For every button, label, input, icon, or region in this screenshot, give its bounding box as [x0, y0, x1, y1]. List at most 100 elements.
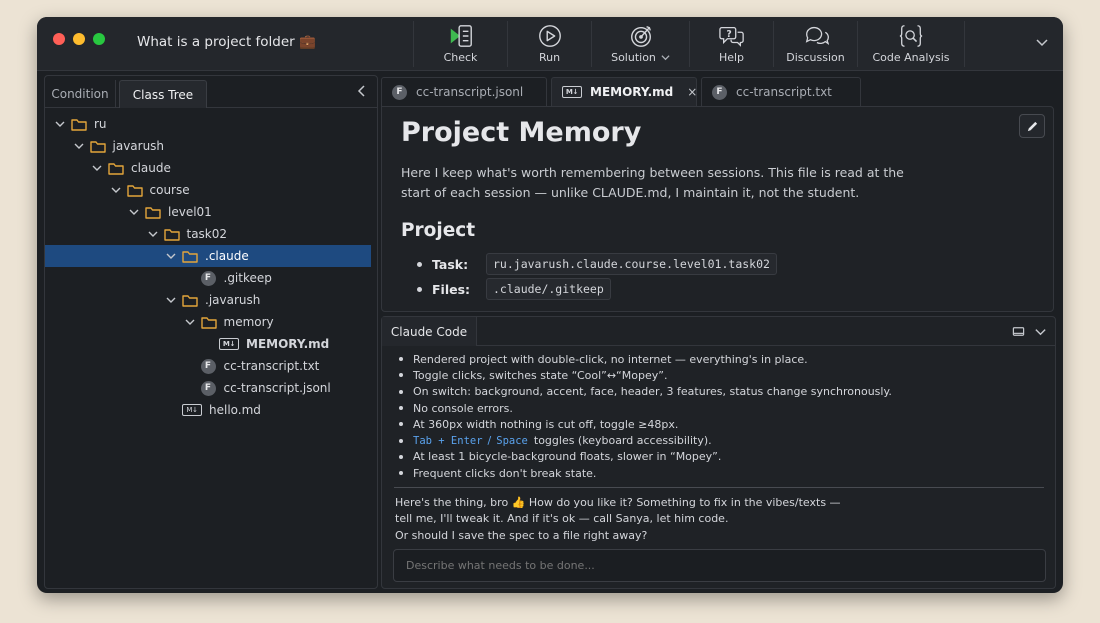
help-button[interactable]: ? Help: [689, 21, 773, 67]
discussion-button[interactable]: Discussion: [773, 21, 857, 67]
target-icon: [630, 26, 651, 47]
chevron-down-icon[interactable]: [1034, 325, 1047, 338]
keyboard-shortcut: Tab + Enter: [413, 434, 483, 447]
tab-condition[interactable]: Condition: [45, 80, 116, 108]
chevron-down-icon[interactable]: [74, 141, 84, 151]
folder-icon: [126, 184, 143, 197]
tree-item[interactable]: .javarush: [45, 289, 371, 311]
bullet: [399, 406, 403, 411]
property-value: .claude/.gitkeep: [486, 278, 611, 300]
tab-memory-md[interactable]: M↓ MEMORY.md ×: [551, 77, 697, 106]
solution-label: Solution: [611, 51, 656, 64]
chevron-down-icon[interactable]: [55, 119, 65, 129]
tree-item-label: course: [149, 183, 190, 197]
tree-item[interactable]: F .gitkeep: [45, 267, 371, 289]
bullet: [399, 373, 403, 378]
tree-item-label: hello.md: [209, 403, 261, 417]
help-label: Help: [718, 51, 745, 64]
chevron-down-icon[interactable]: [111, 185, 121, 195]
chevron-down-icon[interactable]: [166, 295, 176, 305]
tree-item[interactable]: course: [45, 179, 371, 201]
folder-icon: [182, 250, 198, 263]
solution-button[interactable]: Solution: [591, 21, 689, 67]
assistant-reply: Here's the thing, bro 👍 How do you like …: [395, 496, 841, 542]
checklist-text: No console errors.: [413, 401, 513, 415]
tree-item[interactable]: claude: [45, 157, 371, 179]
file-icon: F: [392, 84, 407, 100]
tab-label: cc-transcript.jsonl: [416, 85, 524, 99]
checklist-text: toggles (keyboard accessibility).: [533, 434, 712, 448]
property-key: Files:: [432, 281, 471, 297]
close-icon[interactable]: ×: [687, 85, 697, 99]
checklist-item: Tab + Enter / Space toggles (keyboard acces…: [399, 432, 1039, 448]
checklist-text: Frequent clicks don't break state.: [413, 466, 597, 480]
tree-item[interactable]: .claude: [45, 245, 371, 267]
file-icon: F: [712, 84, 727, 100]
minimize-window-button[interactable]: [73, 33, 85, 45]
tab-claude-code[interactable]: Claude Code: [382, 317, 477, 346]
tree-item-label: cc-transcript.txt: [223, 359, 320, 373]
help-icon: ?: [718, 26, 744, 47]
chevron-down-icon[interactable]: [185, 317, 195, 327]
folder-icon: [200, 316, 217, 329]
chevron-down-icon[interactable]: [148, 229, 158, 239]
maximize-window-button[interactable]: [93, 33, 105, 45]
checklist-text: On switch: background, accent, face, hea…: [413, 385, 892, 399]
tree-item-label: claude: [131, 161, 171, 175]
tab-cc-transcript-jsonl[interactable]: F cc-transcript.jsonl: [381, 77, 547, 106]
file-icon: F: [200, 270, 216, 286]
chevron-down-icon[interactable]: [1035, 35, 1049, 49]
tree-item[interactable]: javarush: [45, 135, 371, 157]
editor-tab-bar: F cc-transcript.jsonl M↓ MEMORY.md × F c…: [381, 75, 1056, 106]
tree-item[interactable]: ru: [45, 113, 371, 135]
tree-item[interactable]: Fcc-transcript.txt: [45, 355, 371, 377]
property-value: ru.javarush.claude.course.level01.task02: [486, 253, 777, 275]
check-icon: [450, 25, 472, 47]
folder-icon: [89, 140, 106, 153]
tree-item[interactable]: Fcc-transcript.jsonl: [45, 377, 371, 399]
checklist: Rendered project with double-click, no i…: [399, 351, 1039, 481]
tab-label: MEMORY.md: [590, 85, 674, 99]
markdown-icon: M↓: [562, 86, 582, 98]
discussion-label: Discussion: [786, 51, 845, 64]
prompt-input[interactable]: [393, 549, 1046, 582]
tree-item-label: .claude: [205, 249, 249, 263]
property-key: Task:: [432, 256, 469, 272]
check-button[interactable]: Check: [413, 21, 507, 67]
tree-item[interactable]: memory: [45, 311, 371, 333]
tree-item[interactable]: M↓ hello.md: [45, 399, 371, 421]
tree-item[interactable]: M↓ MEMORY.md: [45, 333, 371, 355]
bullet: [399, 389, 403, 394]
divider: [394, 487, 1044, 488]
code-analysis-icon: [899, 25, 923, 47]
checklist-text: At least 1 bicycle-background floats, sl…: [413, 450, 722, 464]
shortcut-separator: /: [487, 434, 492, 448]
chevron-down-icon[interactable]: [166, 251, 176, 261]
tree-item[interactable]: task02: [45, 223, 371, 245]
chevron-left-icon[interactable]: [355, 84, 369, 98]
chevron-down-icon[interactable]: [92, 163, 102, 173]
left-panel-tabs: Condition Class Tree: [45, 76, 377, 108]
tab-label: cc-transcript.txt: [736, 85, 832, 99]
keyboard-shortcut: Space: [496, 434, 528, 447]
panel-layout-icon[interactable]: [1012, 325, 1025, 338]
checklist-item: No console errors.: [399, 400, 1039, 416]
edit-button[interactable]: [1019, 114, 1045, 138]
tree-item[interactable]: level01: [45, 201, 371, 223]
run-button[interactable]: Run: [507, 21, 591, 67]
markdown-icon: M↓: [219, 338, 239, 350]
tab-class-tree[interactable]: Class Tree: [119, 80, 207, 108]
chevron-down-icon[interactable]: [129, 207, 139, 217]
close-window-button[interactable]: [53, 33, 65, 45]
markdown-icon: M↓: [182, 404, 202, 416]
window-title: What is a project folder 💼: [137, 34, 316, 50]
code-analysis-button[interactable]: Code Analysis: [857, 21, 965, 67]
folder-icon: [145, 206, 161, 219]
tab-cc-transcript-txt[interactable]: F cc-transcript.txt: [701, 77, 861, 106]
bullet: [399, 438, 403, 443]
bullet: [399, 422, 403, 427]
checklist-item: On switch: background, accent, face, hea…: [399, 384, 1039, 400]
ide-window: What is a project folder 💼 Check Run Sol…: [37, 17, 1063, 593]
checklist-item: At least 1 bicycle-background floats, sl…: [399, 449, 1039, 465]
bullet: [399, 454, 403, 459]
